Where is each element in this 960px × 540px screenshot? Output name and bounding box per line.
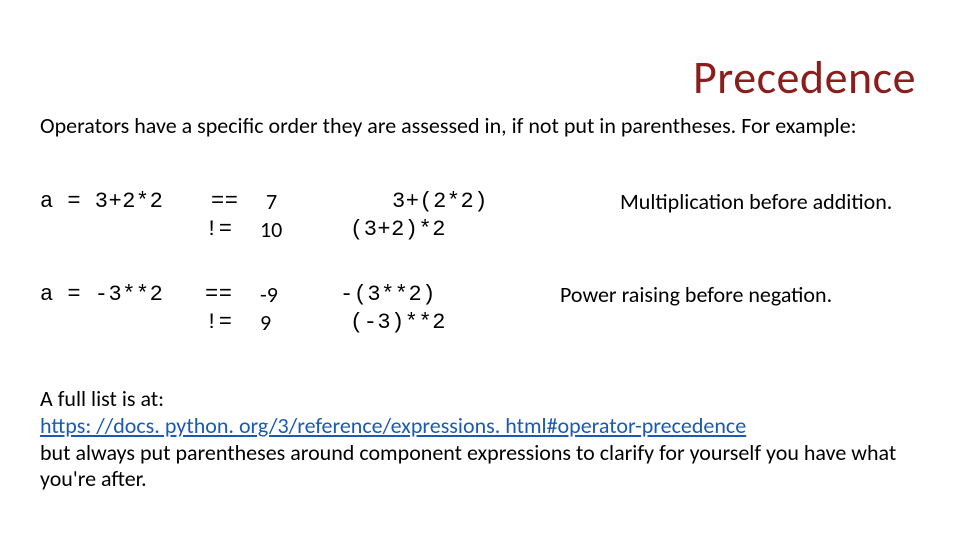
code-text: (-3)**2: [340, 309, 560, 337]
example-operators: == !=: [205, 188, 260, 243]
value-text: -9: [260, 281, 340, 309]
docs-link[interactable]: https: //docs. python. org/3/reference/e…: [40, 412, 746, 439]
op-notequal: !=: [205, 216, 260, 244]
code-text: a = 3+2*2: [40, 188, 205, 216]
footer-paragraph: A full list is at: https: //docs. python…: [40, 386, 920, 493]
code-text: 3+(2*2): [340, 188, 560, 216]
code-text: (3+2)*2: [340, 216, 560, 244]
code-text: a = -3**2: [40, 281, 205, 309]
code-text: -(3**2): [340, 281, 560, 309]
example-expression: a = -3**2: [40, 281, 205, 336]
footer-lead: A full list is at:: [40, 386, 920, 413]
examples-block: a = 3+2*2 == != 7 10 3+(2*2) (3+2)*2 Mul…: [40, 188, 940, 374]
example-row: a = -3**2 == != -9 9 -(3**2) (-3)**2 Pow…: [40, 281, 940, 336]
example-expression: a = 3+2*2: [40, 188, 205, 243]
example-values: 7 10: [260, 188, 340, 243]
example-values: -9 9: [260, 281, 340, 336]
value-text: 9: [260, 309, 340, 337]
op-equal: ==: [205, 281, 260, 309]
op-equal: ==: [205, 188, 260, 216]
example-operators: == !=: [205, 281, 260, 336]
example-forms: -(3**2) (-3)**2: [340, 281, 560, 336]
slide: Precedence Operators have a specific ord…: [0, 0, 960, 540]
footer-tail: but always put parentheses around compon…: [40, 440, 920, 494]
slide-title: Precedence: [693, 50, 916, 106]
intro-paragraph: Operators have a specific order they are…: [40, 114, 920, 138]
value-text: 10: [260, 216, 340, 244]
example-forms: 3+(2*2) (3+2)*2: [340, 188, 560, 243]
example-note: Multiplication before addition.: [560, 188, 940, 216]
value-text: 7: [260, 188, 340, 216]
example-row: a = 3+2*2 == != 7 10 3+(2*2) (3+2)*2 Mul…: [40, 188, 940, 243]
example-note: Power raising before negation.: [560, 281, 940, 309]
op-notequal: !=: [205, 309, 260, 337]
